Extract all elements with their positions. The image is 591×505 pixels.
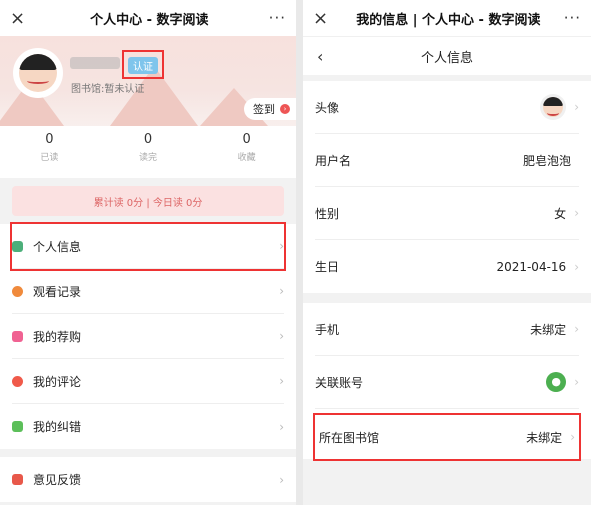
title-bar: × 我的信息 | 个人中心 - 数字阅读 ··· bbox=[303, 0, 591, 36]
library-status: 图书馆:暂未认证 bbox=[71, 84, 145, 95]
page-title: 个人中心 - 数字阅读 bbox=[90, 12, 209, 28]
menu-item-label: 观看记录 bbox=[33, 284, 82, 299]
feedback-section: 意见反馈 › bbox=[0, 457, 296, 502]
avatar[interactable] bbox=[13, 48, 63, 98]
row-label: 头像 bbox=[315, 100, 340, 115]
row-label: 生日 bbox=[315, 260, 340, 274]
profile-header: 认证 图书馆:暂未认证 签到 › bbox=[0, 36, 296, 126]
menu-item-label: 我的评论 bbox=[33, 374, 82, 389]
close-icon[interactable]: × bbox=[313, 8, 333, 29]
chevron-right-icon: › bbox=[574, 206, 579, 220]
stat-value: 0 bbox=[143, 132, 153, 147]
title-bar: × 个人中心 - 数字阅读 ··· bbox=[0, 0, 296, 36]
page-title: 我的信息 | 个人中心 - 数字阅读 bbox=[356, 12, 541, 28]
stat-value: 0 bbox=[242, 132, 251, 147]
chevron-right-icon: › bbox=[279, 329, 284, 343]
row-avatar[interactable]: 头像 › bbox=[315, 81, 579, 134]
verify-badge[interactable]: 认证 bbox=[128, 57, 158, 74]
verify-badge-highlight: 认证 bbox=[122, 50, 164, 79]
play-icon bbox=[12, 285, 23, 297]
avatar-face-icon bbox=[19, 54, 57, 92]
menu-item-label: 我的荐购 bbox=[33, 329, 82, 344]
nav-title: 个人信息 bbox=[420, 50, 473, 66]
menu-list: 个人信息 › 观看记录 › 我的荐购 › 我的评论 › 我的纠错 › bbox=[0, 222, 296, 449]
arrow-right-icon: › bbox=[280, 104, 290, 114]
info-group-basic: 头像 › 用户名 肥皂泡泡 性别 女 › 生日 2021-04-16 › bbox=[303, 81, 591, 293]
menu-item-feedback[interactable]: 意见反馈 › bbox=[12, 457, 284, 502]
stats-bar: 0 已读 0 读完 0 收藏 bbox=[0, 126, 296, 178]
menu-item-recommend[interactable]: 我的荐购 › bbox=[12, 314, 284, 359]
row-username[interactable]: 用户名 肥皂泡泡 bbox=[315, 134, 579, 187]
signin-button[interactable]: 签到 › bbox=[244, 98, 296, 120]
row-label: 关联账号 bbox=[315, 375, 364, 390]
stat-label: 已读 bbox=[40, 153, 59, 163]
menu-item-watch-history[interactable]: 观看记录 › bbox=[12, 269, 284, 314]
chevron-right-icon: › bbox=[279, 374, 284, 388]
menu-item-label: 我的纠错 bbox=[33, 420, 82, 434]
chevron-right-icon: › bbox=[279, 239, 284, 253]
stat-finished[interactable]: 0 读完 bbox=[99, 126, 198, 178]
row-phone[interactable]: 手机 未绑定 › bbox=[315, 303, 579, 356]
nav-bar: ‹ 个人信息 bbox=[303, 36, 591, 75]
chevron-right-icon: › bbox=[574, 259, 579, 274]
row-label: 性别 bbox=[315, 206, 340, 221]
stat-read[interactable]: 0 已读 bbox=[0, 126, 99, 178]
row-value: 2021-04-16 bbox=[496, 259, 567, 274]
chevron-right-icon: › bbox=[279, 472, 284, 487]
stat-favorites[interactable]: 0 收藏 bbox=[197, 126, 296, 178]
row-birthday[interactable]: 生日 2021-04-16 › bbox=[315, 240, 579, 293]
menu-item-label: 意见反馈 bbox=[33, 473, 82, 487]
chevron-right-icon: › bbox=[574, 375, 579, 389]
divider bbox=[0, 449, 296, 457]
more-icon[interactable]: ··· bbox=[269, 9, 286, 27]
menu-item-label: 个人信息 bbox=[33, 239, 82, 254]
chevron-right-icon: › bbox=[279, 284, 284, 298]
avatar bbox=[540, 94, 567, 120]
feedback-icon bbox=[12, 474, 23, 485]
signin-label: 签到 bbox=[253, 103, 275, 116]
row-library[interactable]: 所在图书馆 未绑定 › bbox=[313, 413, 581, 461]
row-value: 女 bbox=[554, 206, 567, 221]
close-icon[interactable]: × bbox=[10, 8, 30, 29]
back-icon[interactable]: ‹ bbox=[317, 47, 323, 66]
row-label: 手机 bbox=[315, 322, 340, 337]
chevron-right-icon: › bbox=[279, 419, 284, 434]
row-label: 用户名 bbox=[315, 153, 352, 168]
chevron-right-icon: › bbox=[570, 430, 575, 444]
thumbs-up-icon bbox=[12, 330, 23, 342]
username-blurred bbox=[70, 57, 120, 69]
edit-icon bbox=[12, 421, 23, 432]
avatar-face-icon bbox=[543, 97, 564, 117]
personal-center-screen: × 个人中心 - 数字阅读 ··· 认证 图书馆:暂未认证 签到 › 0 已读 bbox=[0, 0, 296, 505]
comment-icon bbox=[12, 375, 23, 387]
menu-item-comments[interactable]: 我的评论 › bbox=[12, 359, 284, 404]
row-label: 所在图书馆 bbox=[319, 430, 380, 445]
info-group-account: 手机 未绑定 › 关联账号 ● › 所在图书馆 未绑定 › bbox=[303, 303, 591, 461]
id-card-icon bbox=[12, 240, 23, 252]
more-icon[interactable]: ··· bbox=[564, 9, 581, 27]
stat-label: 收藏 bbox=[237, 153, 256, 163]
row-linked-account[interactable]: 关联账号 ● › bbox=[315, 356, 579, 409]
row-value: 肥皂泡泡 bbox=[522, 153, 571, 168]
chevron-right-icon: › bbox=[574, 100, 579, 114]
chevron-right-icon: › bbox=[574, 322, 579, 336]
row-gender[interactable]: 性别 女 › bbox=[315, 187, 579, 240]
row-value: 未绑定 bbox=[526, 430, 563, 445]
menu-item-corrections[interactable]: 我的纠错 › bbox=[12, 404, 284, 449]
stat-value: 0 bbox=[45, 132, 54, 147]
my-info-screen: × 我的信息 | 个人中心 - 数字阅读 ··· ‹ 个人信息 头像 › 用户名… bbox=[303, 0, 591, 505]
reading-summary: 累计读 0分 | 今日读 0分 bbox=[12, 186, 284, 216]
wechat-icon: ● bbox=[546, 372, 567, 392]
stat-label: 读完 bbox=[139, 153, 158, 163]
row-value: 未绑定 bbox=[530, 322, 567, 337]
menu-item-personal-info[interactable]: 个人信息 › bbox=[10, 222, 286, 271]
